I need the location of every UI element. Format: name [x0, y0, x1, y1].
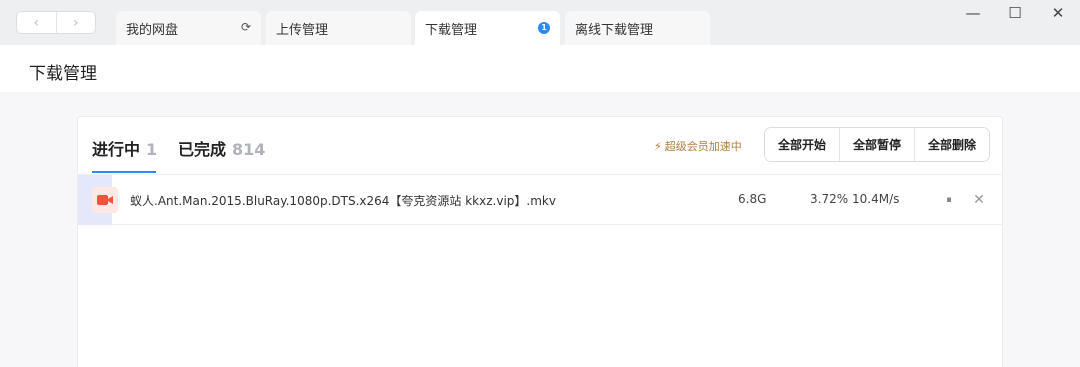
in-progress-count: 1 [146, 140, 158, 159]
tab-label: 离线下载管理 [575, 22, 654, 38]
download-row[interactable]: 蚁人.Ant.Man.2015.BluRay.1080p.DTS.x264【夸克… [78, 175, 1002, 225]
close-icon: ✕ [1051, 4, 1065, 22]
file-name: 蚁人.Ant.Man.2015.BluRay.1080p.DTS.x264【夸克… [130, 194, 556, 208]
tab-label: 上传管理 [276, 22, 329, 38]
tab-my-drive[interactable]: 我的网盘 ⟳ [116, 11, 261, 45]
close-icon: ✕ [973, 192, 985, 208]
tab-completed-label: 已完成 [178, 140, 227, 159]
chevron-left-icon: ‹ [33, 14, 40, 31]
pause-button[interactable]: ⏸ [940, 190, 958, 210]
close-window-button[interactable]: ✕ [1047, 2, 1069, 24]
start-all-button[interactable]: 全部开始 [765, 128, 839, 161]
back-button[interactable]: ‹ [17, 12, 56, 33]
delete-download-button[interactable]: ✕ [970, 190, 988, 210]
minimize-button[interactable]: — [962, 2, 984, 24]
lightning-icon: ⚡ [654, 139, 662, 153]
download-speed: 10.4M/s [852, 192, 900, 206]
tab-completed[interactable]: 已完成 814 [178, 136, 265, 160]
file-size: 6.8G [738, 192, 767, 206]
forward-button[interactable]: › [55, 12, 96, 33]
tab-in-progress[interactable]: 进行中 1 [92, 136, 157, 160]
maximize-icon: ☐ [1008, 4, 1022, 22]
video-file-icon [92, 187, 118, 213]
chevron-right-icon: › [72, 14, 79, 31]
tab-in-progress-label: 进行中 [92, 140, 141, 159]
tab-download-manager[interactable]: 下载管理 1 [415, 11, 560, 45]
completed-count: 814 [232, 140, 266, 159]
tab-label: 下载管理 [425, 22, 478, 38]
tab-upload-manager[interactable]: 上传管理 [266, 11, 411, 45]
svip-accelerating[interactable]: ⚡ 超级会员加速中 [654, 138, 742, 154]
delete-all-button[interactable]: 全部删除 [914, 128, 989, 161]
history-nav: ‹ › [16, 11, 96, 34]
pause-icon: ⏸ [946, 193, 952, 206]
count-badge: 1 [538, 22, 550, 34]
downloads-panel: 进行中 1 已完成 814 ⚡ 超级会员加速中 全部开始 全部暂停 全部删除 蚁… [77, 116, 1003, 367]
page-header: 下载管理 [0, 45, 1080, 92]
maximize-button[interactable]: ☐ [1004, 2, 1026, 24]
page-title: 下载管理 [29, 64, 97, 84]
tab-label: 我的网盘 [126, 22, 179, 38]
tab-offline-download-manager[interactable]: 离线下载管理 [565, 11, 710, 45]
minimize-icon: — [965, 4, 981, 22]
refresh-icon[interactable]: ⟳ [241, 20, 251, 34]
active-tab-indicator [92, 171, 156, 173]
tab-strip: ‹ › 我的网盘 ⟳ 上传管理 下载管理 1 离线下载管理 — ☐ ✕ [0, 0, 1080, 45]
pause-all-button[interactable]: 全部暂停 [839, 128, 914, 161]
svip-label: 超级会员加速中 [664, 140, 742, 153]
bulk-actions: 全部开始 全部暂停 全部删除 [764, 127, 990, 162]
download-progress: 3.72% [810, 192, 849, 206]
